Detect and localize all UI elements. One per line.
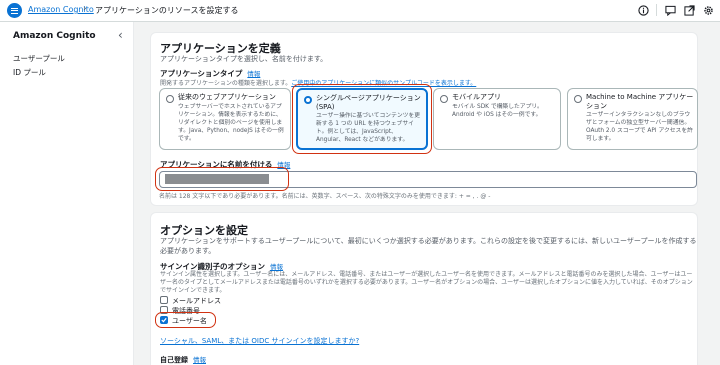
radio-button[interactable] xyxy=(574,95,582,103)
app-type-label-text: アプリケーションタイプ xyxy=(160,69,243,78)
app-name-highlight-outline xyxy=(155,167,289,191)
sidebar-title: Amazon Cognito xyxy=(13,31,96,41)
collapse-chevron-icon[interactable]: ‹ xyxy=(118,28,123,42)
email-checkbox-label: メールアドレス xyxy=(172,297,221,305)
info-icon[interactable] xyxy=(637,4,649,16)
radio-button[interactable] xyxy=(166,95,174,103)
configure-options-description: アプリケーションをサポートするユーザープールについて、最初にいくつか選択する必要… xyxy=(160,237,697,255)
app-type-tile-traditional-web[interactable]: 従来のウェブアプリケーション ウェブサーバーでホストされているアプリケーション。… xyxy=(159,88,291,150)
configure-options-heading: オプションを設定 xyxy=(160,224,248,237)
tile-title: 従来のウェブアプリケーション xyxy=(178,93,276,101)
tile-description: ユーザーインタラクションなしのブラウザとフォームの独立型サーバー間通信。OAut… xyxy=(586,112,693,142)
define-application-description: アプリケーションタイプを選択し、名前を付けます。 xyxy=(160,55,328,63)
app-type-tile-machine-to-machine[interactable]: Machine to Machine アプリケーション ユーザーインタラクション… xyxy=(567,88,698,150)
self-registration-label: 自己登録 情報 xyxy=(160,354,206,365)
external-link-icon[interactable] xyxy=(683,4,695,16)
sidebar-item-user-pools[interactable]: ユーザープール xyxy=(13,53,65,64)
radio-button[interactable] xyxy=(440,95,448,103)
app-type-info-link[interactable]: 情報 xyxy=(247,70,260,78)
signin-options-hint: サインイン属性を選択します。ユーザー名には、メールアドレス、電話番号、またはユー… xyxy=(160,271,693,294)
federated-signin-link[interactable]: ソーシャル、SAML、または OIDC サインインを設定しますか? xyxy=(160,336,359,346)
sidebar-item-identity-pools[interactable]: ID プール xyxy=(13,67,46,78)
email-checkbox[interactable] xyxy=(160,296,168,304)
sidebar: Amazon Cognito ‹ ユーザープール ID プール xyxy=(0,22,134,365)
breadcrumb-current-page: アプリケーションのリソースを設定する xyxy=(95,6,239,15)
app-name-hint: 名前は 128 文字以下であり必要があります。名前には、英数字、スペース、次の特… xyxy=(159,193,491,200)
app-type-tile-mobile[interactable]: モバイルアプリ モバイル SDK で構築したアプリ。Android や iOS … xyxy=(433,88,561,150)
tile-description: モバイル SDK で構築したアプリ。Android や iOS はその一例です。 xyxy=(452,104,543,118)
tile-title: モバイルアプリ xyxy=(452,93,501,101)
spa-highlight-outline xyxy=(292,84,432,154)
username-highlight-outline xyxy=(155,312,216,328)
signin-options-label-text: サインイン識別子のオプション xyxy=(160,262,265,271)
self-registration-info-link[interactable]: 情報 xyxy=(193,356,206,364)
tile-title: Machine to Machine アプリケーション xyxy=(586,93,694,110)
menu-button[interactable] xyxy=(7,3,22,18)
define-application-heading: アプリケーションを定義 xyxy=(160,42,281,55)
toolbar-divider xyxy=(656,4,657,16)
hamburger-icon xyxy=(11,7,18,14)
app-type-hint-text: 開発するアプリケーションの種類を選択します。 xyxy=(160,80,292,87)
top-navigation-bar: Amazon Cognito › アプリケーションのリソースを設定する xyxy=(0,0,720,22)
signin-info-link[interactable]: 情報 xyxy=(270,263,283,271)
self-registration-label-text: 自己登録 xyxy=(160,356,188,364)
tile-description: ウェブサーバーでホストされているアプリケーション。情報を表示するために、リダイレ… xyxy=(178,104,284,142)
feedback-icon[interactable] xyxy=(664,4,676,16)
breadcrumb-separator-icon: › xyxy=(83,4,87,14)
settings-gear-icon[interactable] xyxy=(702,4,714,16)
